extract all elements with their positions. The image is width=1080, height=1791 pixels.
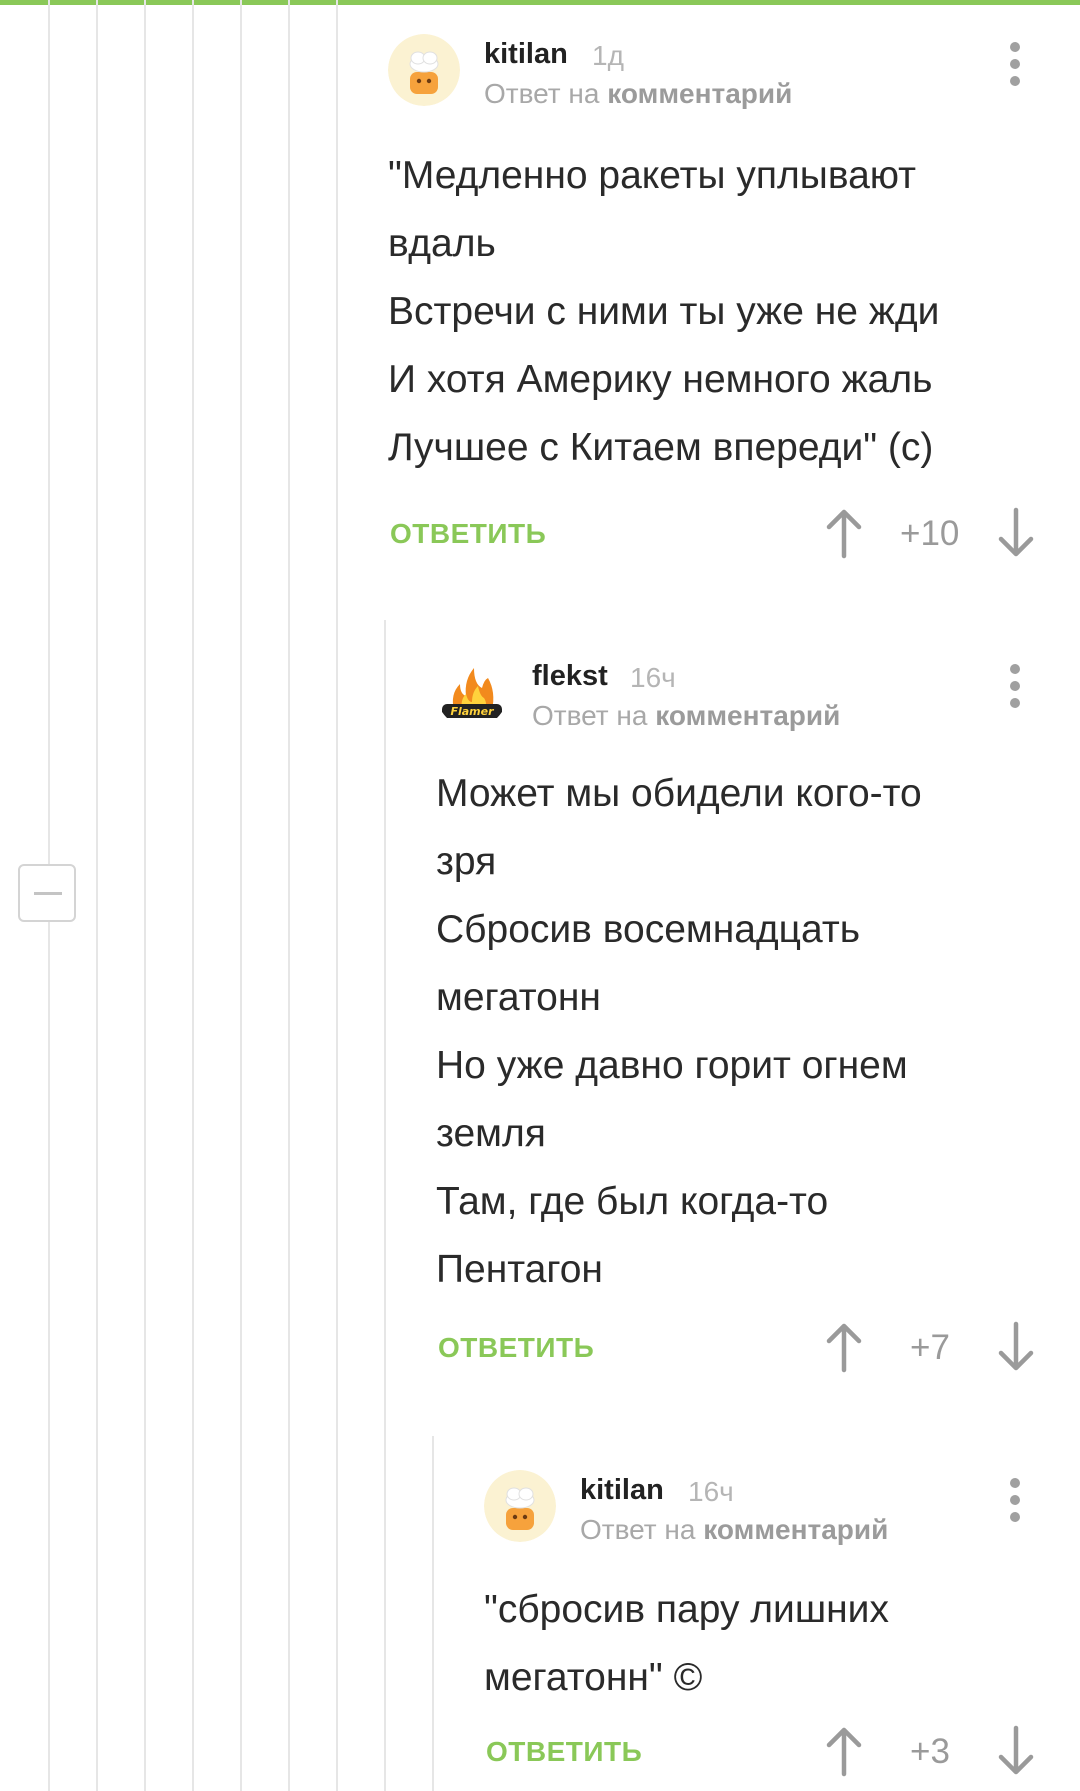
thread-line bbox=[288, 0, 290, 1791]
comment-line: Лучшее с Китаем впереди" (с) bbox=[388, 426, 934, 469]
comment: kitilan 1д Ответ на комментарий "Медленн… bbox=[388, 34, 1048, 574]
thread-line bbox=[144, 0, 146, 1791]
comment-line: "Медленно ракеты уплывают bbox=[388, 154, 917, 197]
reply-to-info: Ответ на комментарий bbox=[580, 1514, 888, 1546]
comment-line: Может мы обидели кого-то bbox=[436, 772, 922, 815]
comment-line: земля bbox=[436, 1112, 546, 1155]
collapse-minus-icon[interactable] bbox=[18, 864, 76, 922]
chef-avatar[interactable] bbox=[388, 34, 460, 106]
comment-text: Может мы обидели кого-то зря Сбросив вос… bbox=[436, 760, 922, 1304]
thread-line bbox=[384, 620, 386, 1791]
reply-button[interactable]: ОТВЕТИТЬ bbox=[390, 518, 546, 550]
reply-to-info: Ответ на комментарий bbox=[532, 700, 840, 732]
downvote-arrow-icon[interactable] bbox=[996, 1724, 1036, 1778]
upvote-arrow-icon[interactable] bbox=[824, 506, 864, 560]
comment-line: мегатонн" © bbox=[484, 1656, 703, 1699]
reply-target-link[interactable]: комментарий bbox=[607, 78, 792, 109]
downvote-arrow-icon[interactable] bbox=[996, 506, 1036, 560]
comment-line: вдаль bbox=[388, 222, 496, 265]
comment: Flamer flekst 16ч Ответ на комментарий М… bbox=[436, 656, 1048, 1386]
reply-button[interactable]: ОТВЕТИТЬ bbox=[486, 1736, 642, 1768]
comment-author[interactable]: flekst bbox=[532, 660, 608, 693]
comment-time: 16ч bbox=[688, 1476, 734, 1507]
comment: kitilan 16ч Ответ на комментарий "сброси… bbox=[484, 1470, 1048, 1790]
comment-line: Сбросив восемнадцать bbox=[436, 908, 861, 951]
thread-line bbox=[192, 0, 194, 1791]
kebab-menu-icon[interactable] bbox=[1008, 1478, 1022, 1524]
thread-line bbox=[240, 0, 242, 1791]
top-accent-bar bbox=[0, 0, 1080, 5]
rating-score: +3 bbox=[910, 1732, 950, 1771]
comment-author[interactable]: kitilan bbox=[580, 1474, 664, 1507]
thread-line bbox=[96, 0, 98, 1791]
comment-author[interactable]: kitilan bbox=[484, 38, 568, 71]
comment-line: Встречи с ними ты уже не жди bbox=[388, 290, 940, 333]
downvote-arrow-icon[interactable] bbox=[996, 1320, 1036, 1374]
comment-text: "Медленно ракеты уплывают вдаль Встречи … bbox=[388, 142, 939, 482]
comment-line: "сбросив пару лишних bbox=[484, 1588, 889, 1631]
kebab-menu-icon[interactable] bbox=[1008, 664, 1022, 710]
rating-score: +7 bbox=[910, 1328, 950, 1367]
reply-prefix: Ответ на bbox=[484, 78, 600, 109]
upvote-arrow-icon[interactable] bbox=[824, 1724, 864, 1778]
comment-line: Пентагон bbox=[436, 1248, 603, 1291]
thread-line bbox=[432, 1436, 434, 1791]
kebab-menu-icon[interactable] bbox=[1008, 42, 1022, 88]
reply-target-link[interactable]: комментарий bbox=[655, 700, 840, 731]
svg-text:Flamer: Flamer bbox=[450, 705, 494, 718]
comment-line: Но уже давно горит огнем bbox=[436, 1044, 908, 1087]
comment-time: 16ч bbox=[630, 662, 676, 693]
comment-line: зря bbox=[436, 840, 497, 883]
comment-text: "сбросив пару лишних мегатонн" © bbox=[484, 1576, 889, 1712]
comment-time: 1д bbox=[592, 40, 624, 71]
comment-line: И хотя Америку немного жаль bbox=[388, 358, 933, 401]
reply-button[interactable]: ОТВЕТИТЬ bbox=[438, 1332, 594, 1364]
comment-line: Там, где был когда-то bbox=[436, 1180, 829, 1223]
reply-prefix: Ответ на bbox=[580, 1514, 696, 1545]
reply-to-info: Ответ на комментарий bbox=[484, 78, 792, 110]
thread-line bbox=[336, 0, 338, 1791]
chef-avatar[interactable] bbox=[484, 1470, 556, 1542]
comment-line: мегатонн bbox=[436, 976, 601, 1019]
rating-score: +10 bbox=[900, 514, 960, 553]
reply-prefix: Ответ на bbox=[532, 700, 648, 731]
flamer-avatar[interactable]: Flamer bbox=[436, 656, 508, 728]
reply-target-link[interactable]: комментарий bbox=[703, 1514, 888, 1545]
upvote-arrow-icon[interactable] bbox=[824, 1320, 864, 1374]
